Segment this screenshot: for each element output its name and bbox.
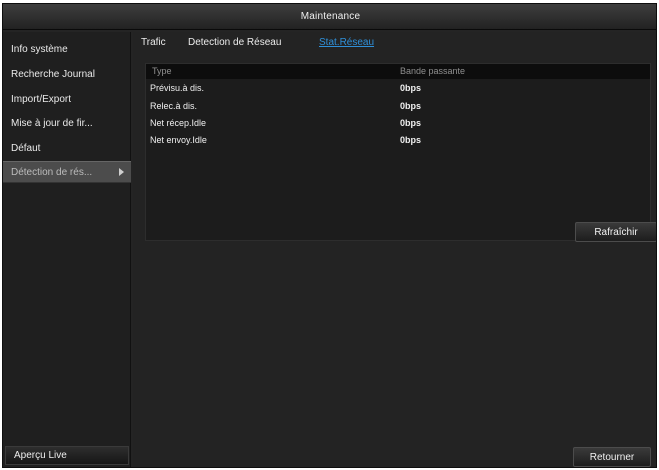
table-row: Prévisu.à dis. 0bps [146, 80, 650, 97]
row-bandwidth: 0bps [400, 135, 422, 145]
window-title: Maintenance [300, 11, 361, 22]
row-type: Net envoy.Idle [150, 135, 207, 145]
tab-traffic[interactable]: Trafic [141, 37, 166, 48]
row-bandwidth: 0bps [400, 101, 422, 111]
sidebar-item-import-export[interactable]: Import/Export [3, 88, 131, 110]
back-button[interactable]: Retourner [573, 447, 651, 467]
live-view-label: Aperçu Live [14, 450, 67, 461]
sidebar-item-system-info[interactable]: Info système [3, 38, 131, 60]
main-content: Trafic Detection de Réseau Stat.Réseau T… [133, 32, 656, 467]
chevron-right-icon [119, 168, 124, 176]
maintenance-window: Maintenance Info système Recherche Journ… [2, 3, 657, 468]
column-header-type: Type [152, 66, 172, 76]
sidebar-item-label: Mise à jour de fir... [11, 117, 93, 129]
tab-network-detection[interactable]: Detection de Réseau [188, 37, 281, 48]
sidebar-item-default[interactable]: Défaut [3, 137, 131, 159]
sidebar-item-label: Info système [11, 43, 68, 55]
live-view-button[interactable]: Aperçu Live [5, 446, 129, 465]
table-row: Relec.à dis. 0bps [146, 98, 650, 115]
row-type: Relec.à dis. [150, 101, 198, 111]
sidebar-item-firmware-upgrade[interactable]: Mise à jour de fir... [3, 112, 131, 134]
sidebar-item-network-detection[interactable]: Détection de rés... [3, 161, 131, 183]
row-bandwidth: 0bps [400, 118, 422, 128]
row-bandwidth: 0bps [400, 83, 422, 93]
tab-bar: Trafic Detection de Réseau Stat.Réseau [133, 32, 656, 54]
sidebar-item-label: Import/Export [11, 93, 72, 105]
network-stats-table: Type Bande passante Prévisu.à dis. 0bps … [145, 63, 651, 241]
row-type: Net récep.Idle [150, 118, 207, 128]
table-row: Net récep.Idle 0bps [146, 115, 650, 132]
table-row: Net envoy.Idle 0bps [146, 132, 650, 149]
sidebar-item-log-search[interactable]: Recherche Journal [3, 63, 131, 85]
refresh-button[interactable]: Rafraîchir [575, 222, 656, 242]
sidebar-item-label: Recherche Journal [11, 68, 95, 80]
title-bar: Maintenance [3, 4, 656, 30]
table-header: Type Bande passante [146, 64, 650, 79]
sidebar-item-label: Défaut [11, 142, 41, 154]
tab-network-stats[interactable]: Stat.Réseau [319, 37, 374, 48]
sidebar-item-label: Détection de rés... [11, 166, 93, 178]
sidebar: Info système Recherche Journal Import/Ex… [3, 32, 131, 467]
column-header-bandwidth: Bande passante [400, 66, 466, 76]
row-type: Prévisu.à dis. [150, 83, 205, 93]
